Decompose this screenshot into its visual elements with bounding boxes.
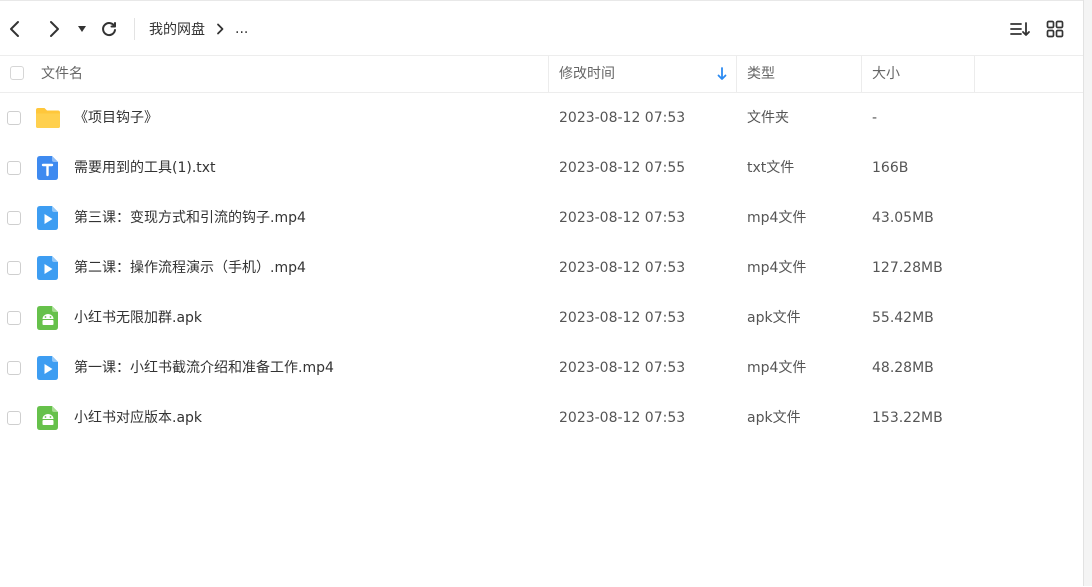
file-type: 文件夹 — [747, 110, 789, 126]
forward-button[interactable] — [40, 15, 68, 43]
breadcrumb: 我的网盘 ... — [149, 19, 248, 39]
row-checkbox[interactable] — [7, 261, 21, 275]
txt-file-icon — [37, 156, 59, 180]
column-divider[interactable] — [861, 56, 862, 92]
toolbar: 我的网盘 ... — [0, 1, 1084, 56]
row-checkbox[interactable] — [7, 211, 21, 225]
file-size: 48.28MB — [872, 360, 934, 376]
caret-down-icon — [78, 26, 86, 32]
file-size: 127.28MB — [872, 260, 943, 276]
column-divider[interactable] — [548, 56, 549, 92]
row-checkbox[interactable] — [7, 311, 21, 325]
file-type: txt文件 — [747, 160, 795, 176]
file-size: 43.05MB — [872, 210, 934, 226]
refresh-icon — [102, 22, 116, 37]
file-modified: 2023-08-12 07:53 — [559, 410, 686, 426]
file-modified: 2023-08-12 07:53 — [559, 310, 686, 326]
file-size: 153.22MB — [872, 410, 943, 426]
file-size: 55.42MB — [872, 310, 934, 326]
row-checkbox[interactable] — [7, 161, 21, 175]
file-type: apk文件 — [747, 310, 801, 326]
file-name[interactable]: 第二课：操作流程演示（手机）.mp4 — [74, 243, 306, 293]
file-type: mp4文件 — [747, 260, 807, 276]
file-size: 166B — [872, 160, 909, 176]
breadcrumb-item-more[interactable]: ... — [235, 21, 248, 37]
table-row[interactable]: 需要用到的工具(1).txt 2023-08-12 07:55 txt文件 16… — [0, 143, 1084, 193]
breadcrumb-item-root[interactable]: 我的网盘 — [149, 19, 205, 39]
row-checkbox[interactable] — [7, 411, 21, 425]
file-name[interactable]: 第一课：小红书截流介绍和准备工作.mp4 — [74, 343, 334, 393]
sort-descending-icon[interactable] — [717, 67, 727, 85]
file-type: mp4文件 — [747, 360, 807, 376]
file-size: - — [872, 110, 878, 126]
chevron-right-icon — [215, 23, 225, 35]
table-header: 文件名 修改时间 类型 大小 — [0, 56, 1084, 93]
table-row[interactable]: 《项目钩子》 2023-08-12 07:53 文件夹 - — [0, 93, 1084, 143]
history-dropdown-button[interactable] — [69, 15, 95, 43]
file-name[interactable]: 第三课：变现方式和引流的钩子.mp4 — [74, 193, 306, 243]
table-row[interactable]: 第一课：小红书截流介绍和准备工作.mp4 2023-08-12 07:53 mp… — [0, 343, 1084, 393]
table-row[interactable]: 第二课：操作流程演示（手机）.mp4 2023-08-12 07:53 mp4文… — [0, 243, 1084, 293]
column-header-type[interactable]: 类型 — [747, 56, 775, 92]
column-header-name[interactable]: 文件名 — [41, 56, 83, 92]
file-modified: 2023-08-12 07:55 — [559, 160, 686, 176]
video-file-icon — [37, 206, 59, 230]
file-name[interactable]: 需要用到的工具(1).txt — [74, 143, 216, 193]
file-modified: 2023-08-12 07:53 — [559, 210, 686, 226]
file-name[interactable]: 小红书无限加群.apk — [74, 293, 202, 343]
chevron-left-icon — [10, 21, 19, 37]
file-modified: 2023-08-12 07:53 — [559, 360, 686, 376]
row-checkbox[interactable] — [7, 361, 21, 375]
chevron-right-icon — [50, 21, 59, 37]
apk-file-icon — [37, 306, 59, 330]
folder-icon — [36, 106, 60, 130]
column-divider[interactable] — [974, 56, 975, 92]
grid-icon — [1046, 20, 1064, 38]
video-file-icon — [37, 256, 59, 280]
select-all-checkbox[interactable] — [10, 66, 24, 80]
file-modified: 2023-08-12 07:53 — [559, 110, 686, 126]
window-right-edge — [1083, 0, 1092, 586]
toolbar-separator — [134, 18, 135, 40]
column-header-size[interactable]: 大小 — [872, 56, 900, 92]
sort-list-icon — [1010, 22, 1030, 36]
column-header-modified[interactable]: 修改时间 — [559, 56, 615, 92]
file-type: apk文件 — [747, 410, 801, 426]
grid-view-button[interactable] — [1041, 15, 1069, 43]
apk-file-icon — [37, 406, 59, 430]
column-divider[interactable] — [736, 56, 737, 92]
table-row[interactable]: 小红书无限加群.apk 2023-08-12 07:53 apk文件 55.42… — [0, 293, 1084, 343]
table-row[interactable]: 第三课：变现方式和引流的钩子.mp4 2023-08-12 07:53 mp4文… — [0, 193, 1084, 243]
sort-order-button[interactable] — [1006, 15, 1034, 43]
file-type: mp4文件 — [747, 210, 807, 226]
file-browser-window: 我的网盘 ... 文件名 修改时间 类型 大小 《项目钩子》 2023-08-1… — [0, 0, 1084, 587]
row-checkbox[interactable] — [7, 111, 21, 125]
file-name[interactable]: 《项目钩子》 — [74, 93, 158, 143]
table-row[interactable]: 小红书对应版本.apk 2023-08-12 07:53 apk文件 153.2… — [0, 393, 1084, 443]
file-modified: 2023-08-12 07:53 — [559, 260, 686, 276]
refresh-button[interactable] — [95, 15, 123, 43]
video-file-icon — [37, 356, 59, 380]
file-name[interactable]: 小红书对应版本.apk — [74, 393, 202, 443]
back-button[interactable] — [1, 15, 29, 43]
